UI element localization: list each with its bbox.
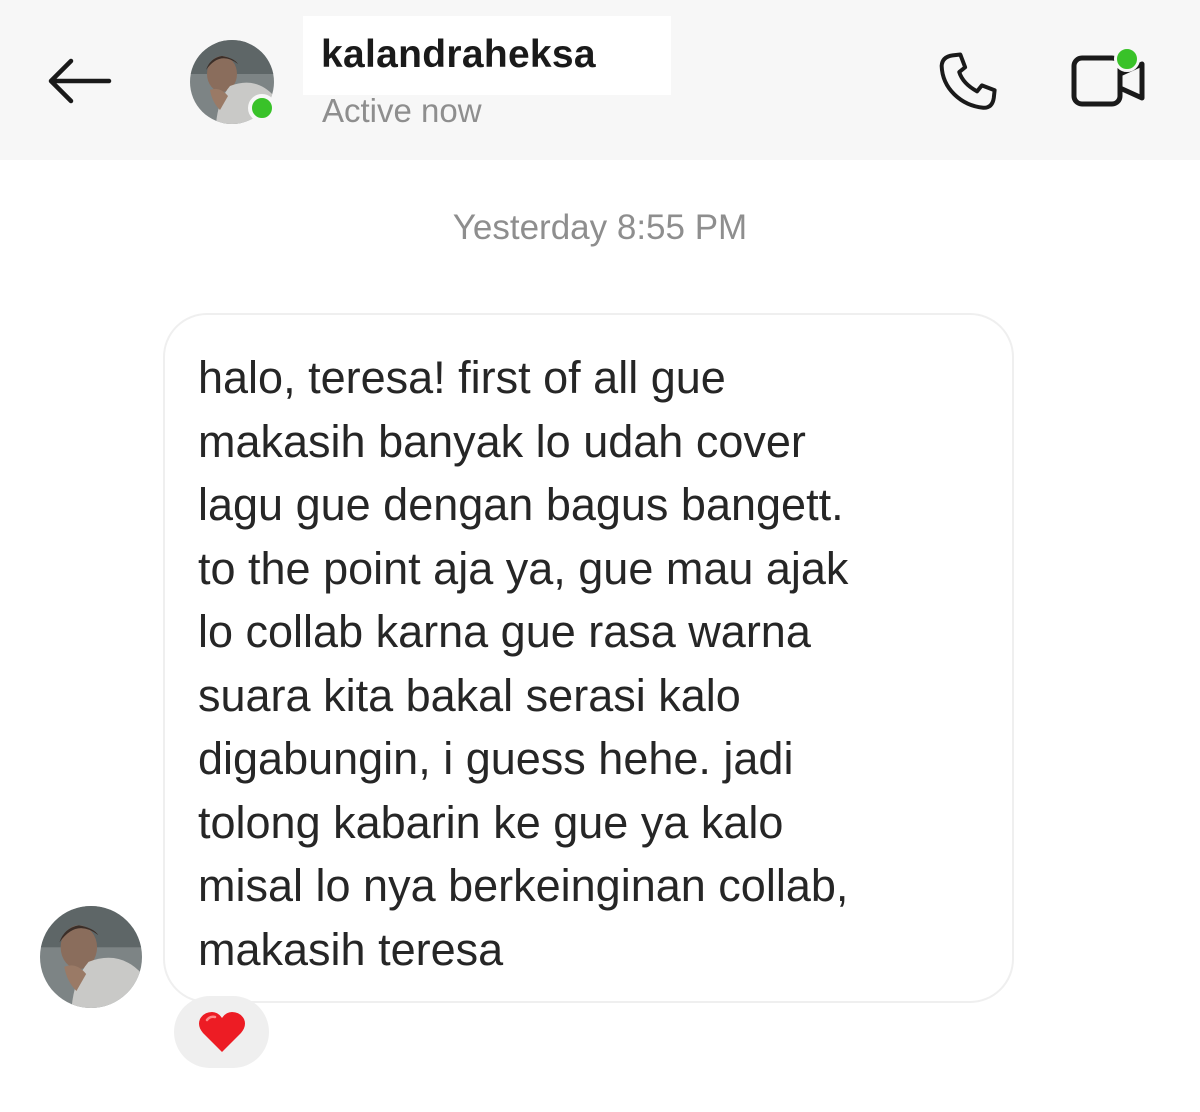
online-indicator xyxy=(1114,46,1140,72)
arrow-left-icon xyxy=(48,58,112,104)
sender-avatar[interactable] xyxy=(40,906,142,1008)
back-button[interactable] xyxy=(40,48,116,114)
message-timestamp: Yesterday 8:55 PM xyxy=(452,208,748,247)
red-heart-icon xyxy=(198,1012,245,1052)
phone-icon xyxy=(939,52,997,110)
online-indicator xyxy=(248,94,276,122)
chat-header: kalandraheksa Active now xyxy=(0,0,1200,160)
video-call-button[interactable] xyxy=(1064,44,1150,116)
active-status: Active now xyxy=(322,92,482,129)
audio-call-button[interactable] xyxy=(930,46,1006,118)
message-reaction[interactable] xyxy=(174,996,269,1068)
username[interactable]: kalandraheksa xyxy=(321,33,596,77)
message-text: halo, teresa! first of all gue makasih b… xyxy=(198,352,849,975)
header-avatar[interactable] xyxy=(190,40,276,124)
